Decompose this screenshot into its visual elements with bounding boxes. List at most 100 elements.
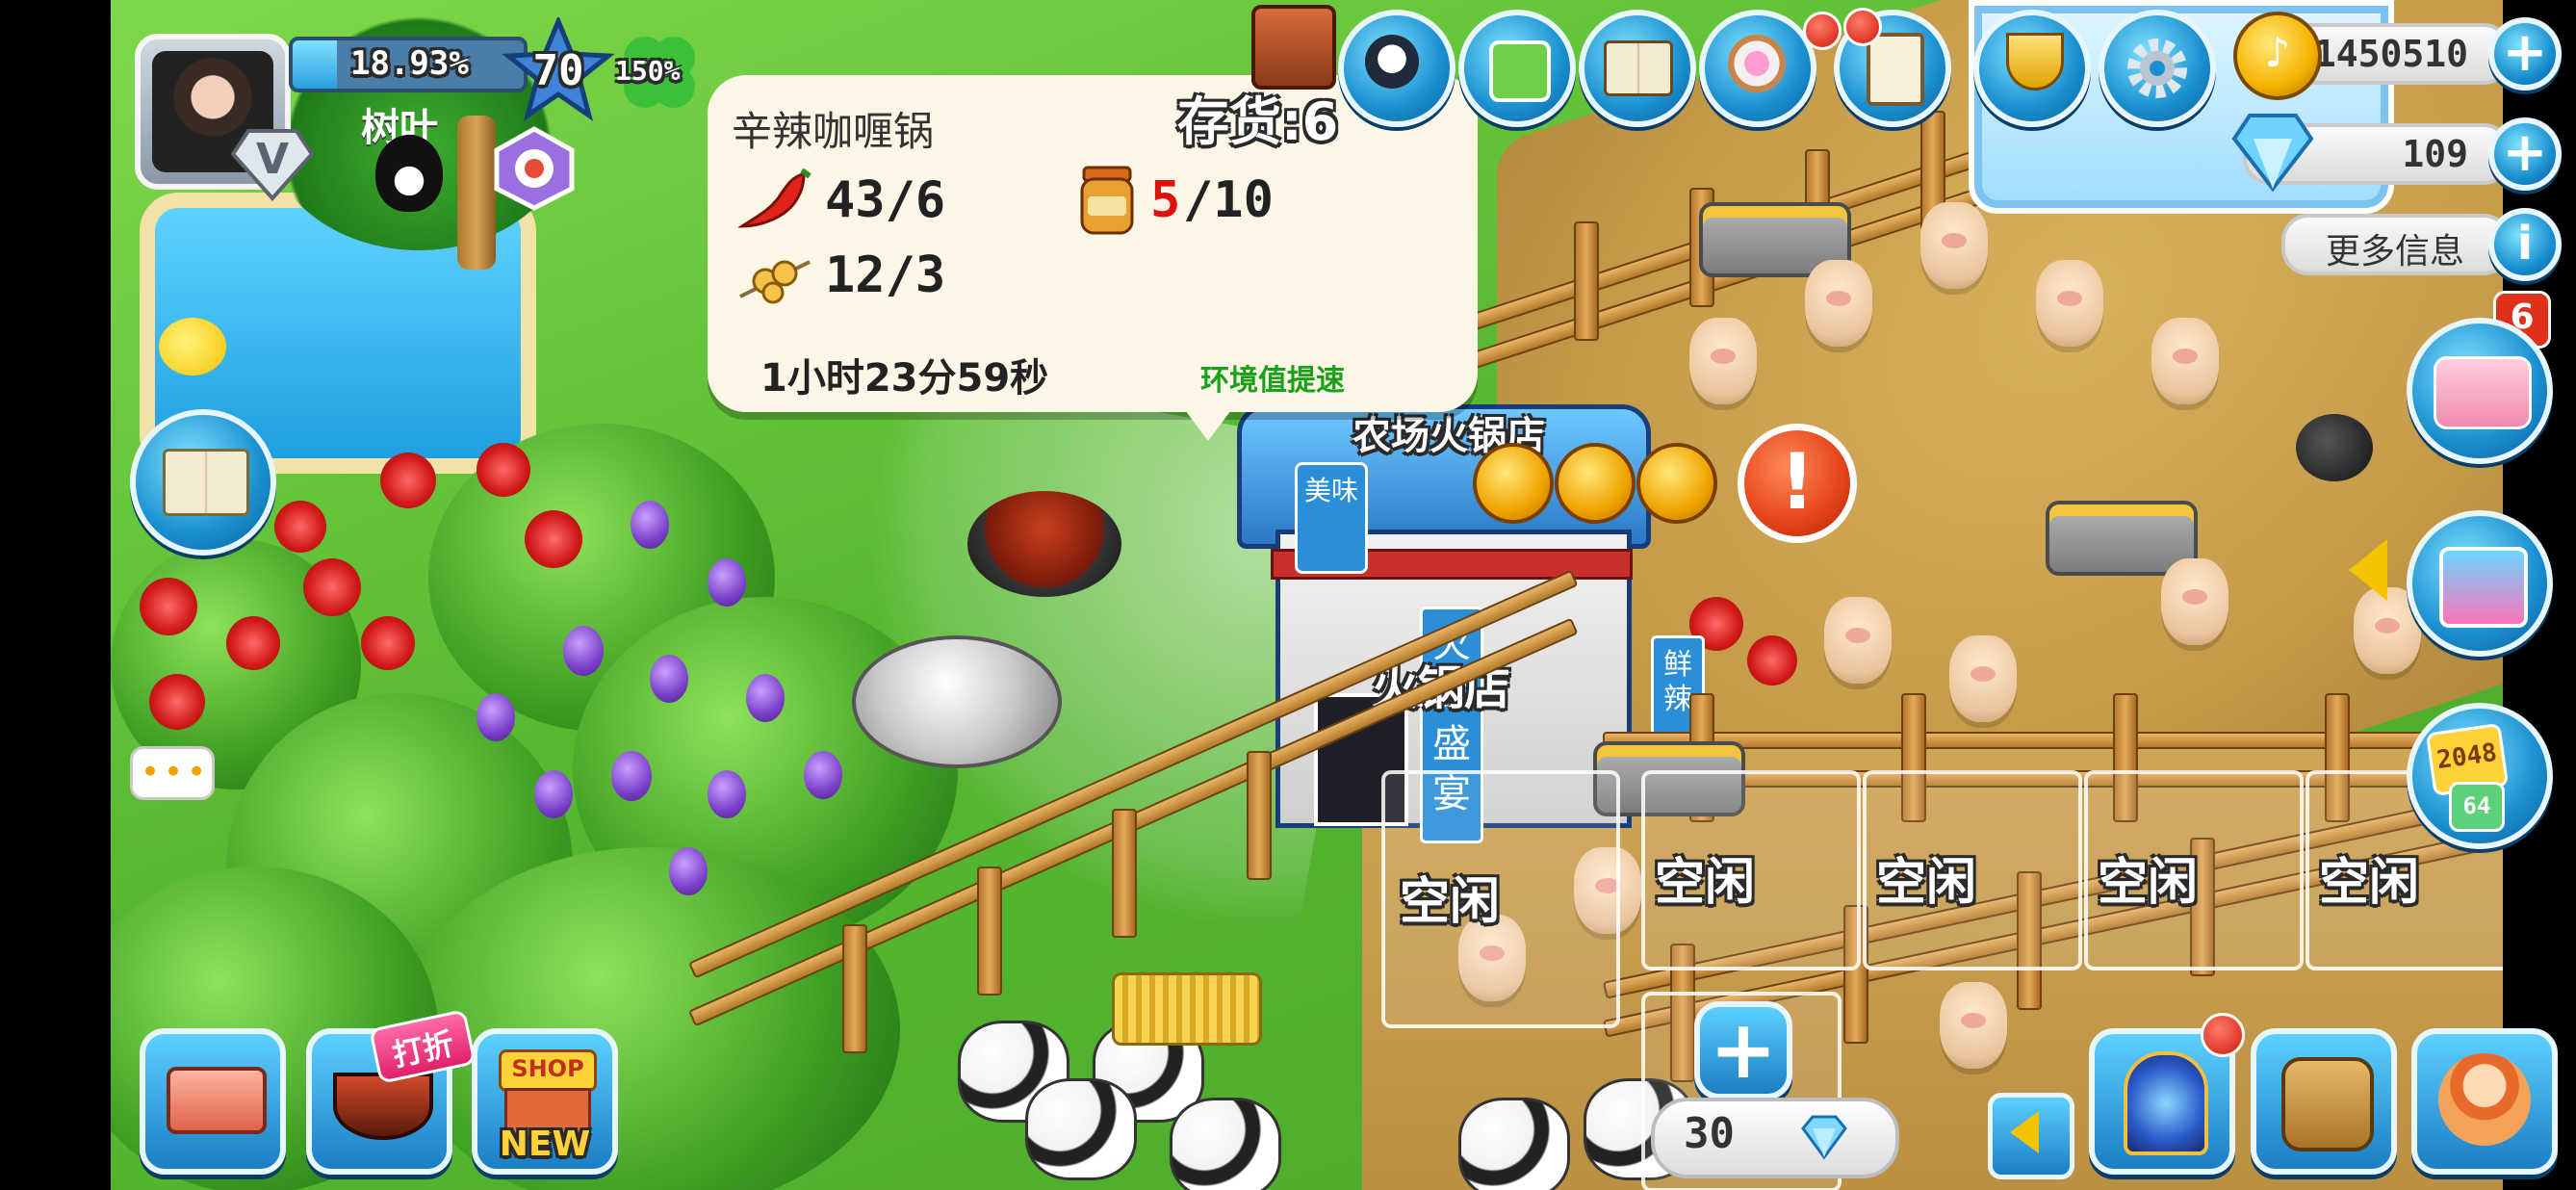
gift-box-button[interactable] (2407, 510, 2553, 657)
more-info-label: 更多信息 (2326, 232, 2465, 272)
pen-slot-1[interactable]: 空闲 (1381, 770, 1620, 1028)
pen-slot-4[interactable]: 空闲 (2084, 770, 2304, 970)
info-button[interactable]: i (2488, 208, 2562, 281)
fence-post (977, 867, 1002, 996)
pen-slot-status: 空闲 (1400, 873, 1501, 931)
side-collapse-arrow[interactable] (2349, 539, 2387, 601)
ostrich[interactable] (2296, 414, 2373, 481)
chat-bubble-button[interactable]: ••• (130, 746, 215, 800)
diary-button[interactable] (1579, 10, 1696, 127)
info-icon: i (2516, 217, 2534, 271)
add-diamonds-button[interactable]: + (2488, 117, 2562, 191)
pig[interactable] (1805, 260, 1872, 347)
tile-64: 64 (2449, 782, 2505, 832)
plus-icon: + (2502, 121, 2548, 184)
level-number: 70 (532, 46, 584, 95)
pen-slot-3[interactable]: 空闲 (1863, 770, 2082, 970)
cart-icon (167, 1067, 267, 1134)
game-2048-button[interactable]: 2048 64 (2407, 703, 2553, 849)
grape-bunch (669, 847, 708, 895)
clover-bonus[interactable]: 150% (611, 24, 708, 120)
robot-helper-button[interactable] (1338, 10, 1455, 127)
level-badge: 70 (501, 14, 616, 123)
pig[interactable] (1940, 982, 2007, 1069)
friends-button[interactable] (2411, 1028, 2558, 1175)
trophy-button[interactable] (1973, 10, 2091, 127)
plus-icon: + (2502, 21, 2548, 84)
market-cart-button[interactable] (140, 1028, 286, 1175)
pen-slot-2[interactable]: 空闲 (1641, 770, 1861, 970)
cow[interactable] (1170, 1098, 1281, 1190)
coin-icon: ♪ (2233, 12, 2322, 100)
pen-slot-status: 空闲 (1876, 854, 1977, 912)
pig[interactable] (1920, 202, 1988, 289)
left-arrow-icon (2010, 1111, 2039, 1153)
chili-count: 43/6 (825, 171, 946, 229)
pig[interactable] (2161, 558, 2228, 645)
gift-gem-icon[interactable] (491, 125, 578, 212)
fence-post (1247, 751, 1272, 880)
rose (226, 616, 280, 670)
rose (477, 443, 530, 497)
farm-house-icon[interactable] (1251, 5, 1336, 90)
chili-icon (736, 167, 813, 234)
hotpot-icon (333, 1073, 433, 1140)
production-timer: 1小时23分59秒 (760, 356, 1049, 401)
pig[interactable] (2151, 318, 2219, 404)
puzzle-icon (1489, 40, 1551, 102)
boost-link[interactable]: 环境值提速 (1200, 356, 1345, 399)
warehouse-button[interactable] (2251, 1028, 2397, 1175)
game-world[interactable]: 农场火锅店 美味 火锅盛宴 鲜辣 火锅店 ! (111, 0, 2503, 1190)
add-coins-button[interactable]: + (2488, 17, 2562, 91)
fence-post (842, 924, 867, 1053)
grape-bunch (708, 770, 746, 818)
new-shop-button[interactable]: SHOP NEW (472, 1028, 618, 1175)
gift-box-icon (2439, 547, 2528, 628)
pen-slot-status: 空闲 (2098, 854, 2199, 912)
alert-icon[interactable]: ! (1738, 424, 1857, 543)
expand-cost-pill: 30 (1651, 1098, 1899, 1178)
clipboard-icon (1867, 33, 1924, 106)
flower-pot-icon (1728, 35, 1786, 92)
qq-penguin-icon[interactable] (375, 135, 443, 212)
pig[interactable] (1949, 635, 2017, 722)
rose (274, 501, 326, 553)
grape-bunch (650, 655, 688, 703)
diamond-icon (1799, 1111, 1849, 1161)
expand-slot-button[interactable]: + (1694, 1001, 1792, 1099)
jar-count-need: /10 (1183, 171, 1274, 229)
pen-slot-status: 空闲 (1655, 854, 1756, 912)
left-letterbox (0, 0, 111, 1190)
rubber-duck (159, 318, 226, 375)
rose (1747, 635, 1797, 686)
shop-sign-text: SHOP (511, 1055, 584, 1082)
diary-icon (1604, 40, 1673, 96)
reward-medal-1 (1473, 443, 1554, 524)
tile-2048-text: 2048 (2434, 737, 2499, 776)
settings-button[interactable] (2099, 10, 2216, 127)
portal-notification-dot (2201, 1013, 2245, 1057)
cow[interactable] (1025, 1078, 1137, 1180)
more-info-bar[interactable]: 更多信息 (2281, 214, 2511, 275)
pen-slot-status: 空闲 (2319, 854, 2420, 912)
grape-bunch (534, 770, 573, 818)
portal-icon (2124, 1051, 2208, 1155)
flower-shop-notification-dot (1803, 12, 1842, 50)
fence-post (1112, 809, 1137, 938)
silver-pot[interactable] (852, 635, 1062, 768)
diamond-amount: 109 (2402, 133, 2468, 175)
pig[interactable] (1689, 318, 1757, 404)
pig[interactable] (1824, 597, 1892, 684)
cow[interactable] (1458, 1098, 1570, 1190)
handbook-button[interactable] (130, 409, 276, 556)
exp-percent: 18.93% (350, 44, 469, 83)
puzzle-button[interactable] (1458, 10, 1576, 127)
flower-shop-button[interactable] (1699, 10, 1816, 127)
vip-badge[interactable]: V (229, 125, 316, 202)
shop-cart-event-button[interactable] (2407, 318, 2553, 464)
gear-icon (2125, 37, 2189, 100)
curry-pot[interactable] (967, 491, 1121, 597)
cart-event-icon (2434, 356, 2532, 429)
pig[interactable] (2036, 260, 2103, 347)
bottom-collapse-arrow[interactable] (1988, 1093, 2074, 1179)
